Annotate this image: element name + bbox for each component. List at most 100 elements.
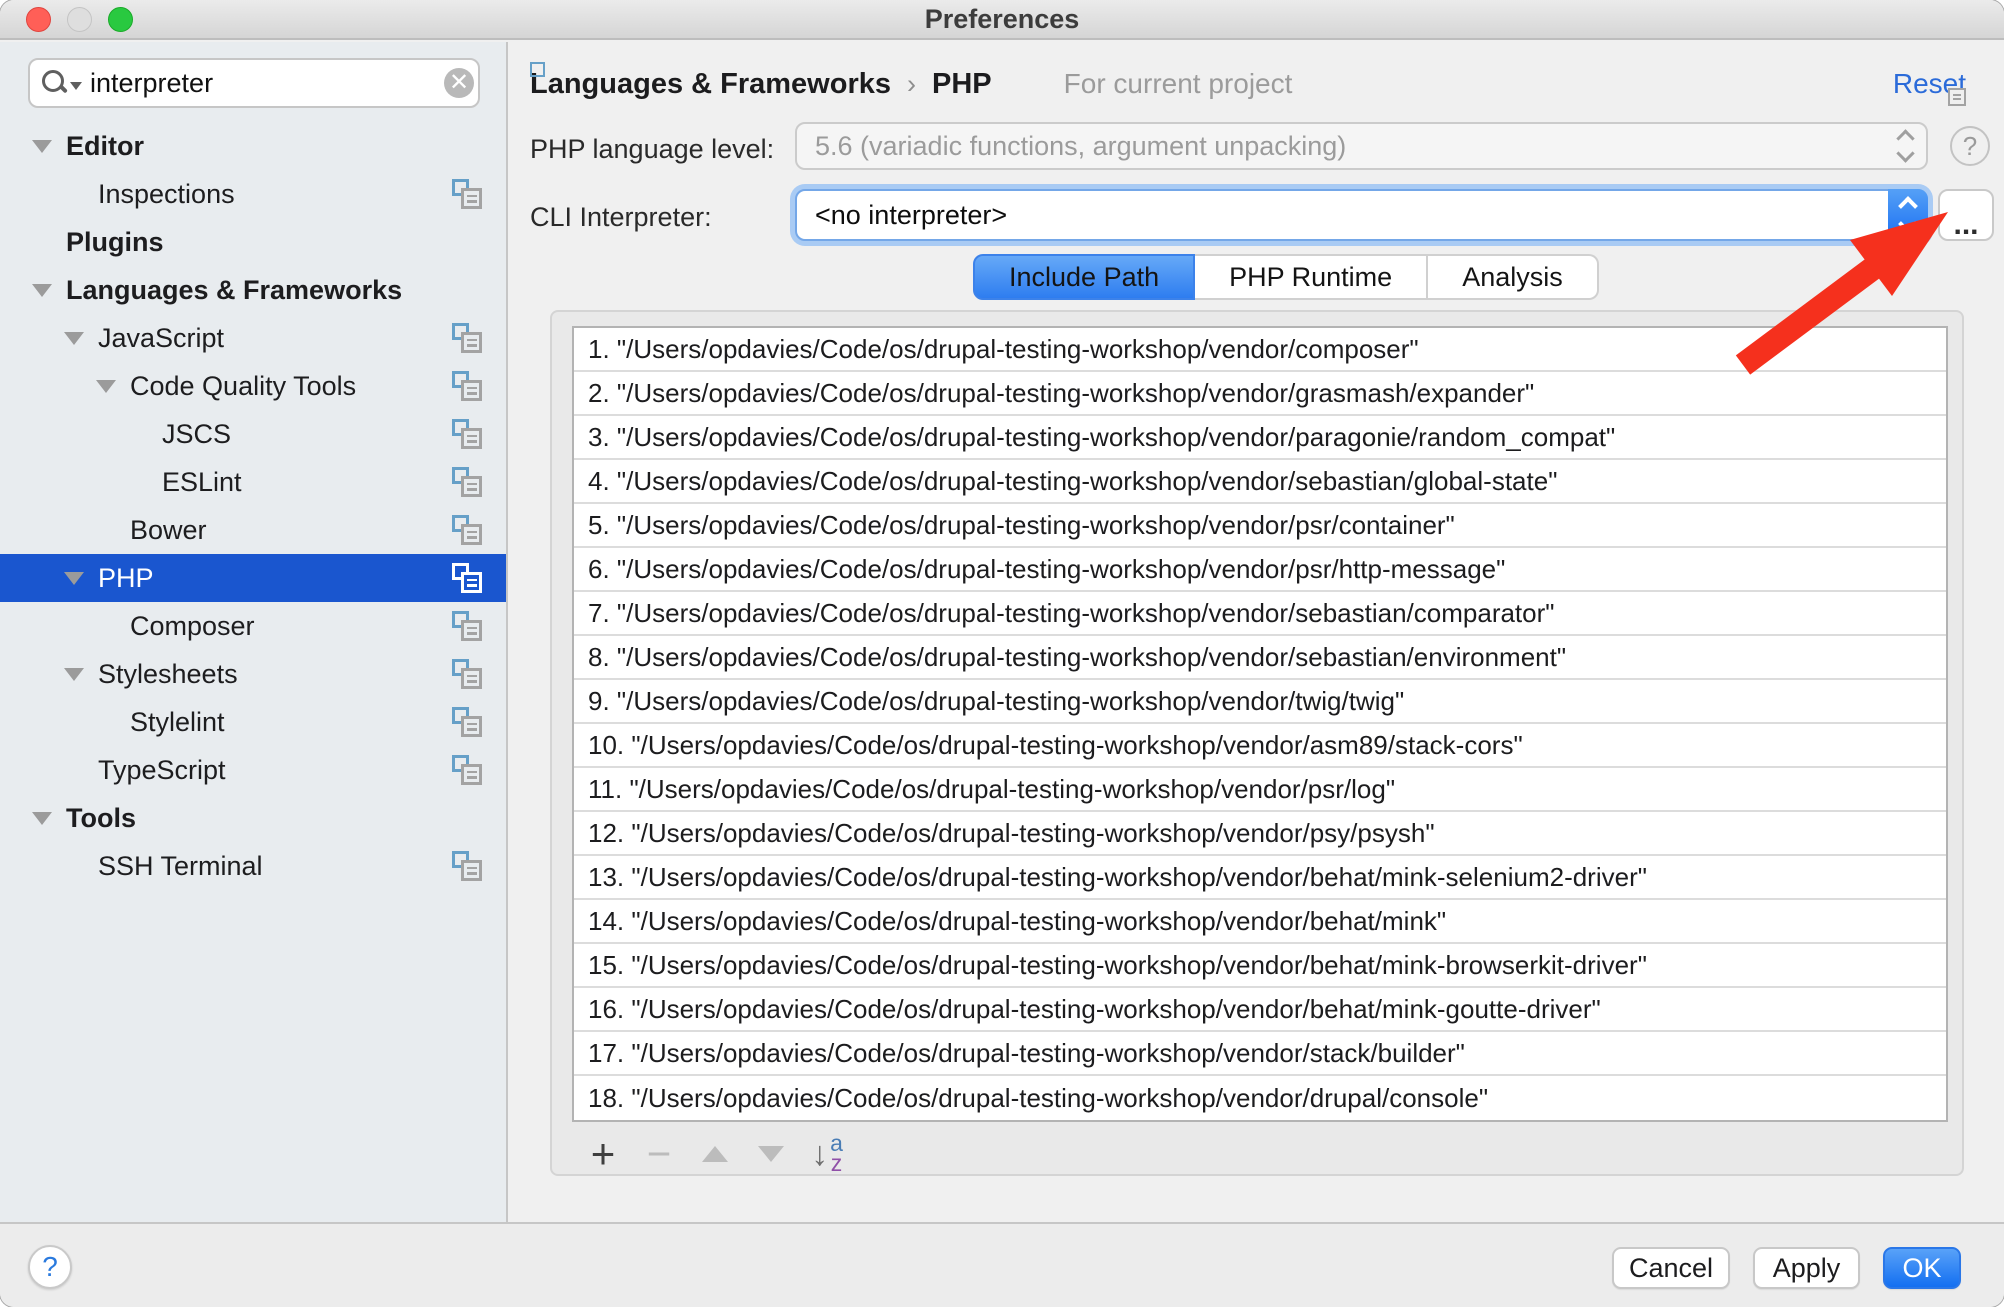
scope-indicator: For current project [1028,68,1293,100]
copy-icon [452,755,482,785]
include-path-row[interactable]: 9. "/Users/opdavies/Code/os/drupal-testi… [574,680,1946,724]
include-path-row[interactable]: 3. "/Users/opdavies/Code/os/drupal-testi… [574,416,1946,460]
tab-php-runtime[interactable]: PHP Runtime [1195,254,1428,300]
include-path-row[interactable]: 15. "/Users/opdavies/Code/os/drupal-test… [574,944,1946,988]
stepper-icon [1899,124,1912,168]
sidebar-item-label: Languages & Frameworks [66,275,402,306]
search-field[interactable]: ✕ [28,58,480,108]
footer-bar: ? Cancel Apply OK [0,1222,2004,1307]
include-path-text: 11. "/Users/opdavies/Code/os/drupal-test… [588,774,1395,805]
sidebar-item-tools[interactable]: Tools [0,794,506,842]
sidebar-item-javascript[interactable]: JavaScript [0,314,506,362]
language-level-value: 5.6 (variadic functions, argument unpack… [815,131,1346,162]
sidebar-item-inspections[interactable]: Inspections [0,170,506,218]
include-path-text: 15. "/Users/opdavies/Code/os/drupal-test… [588,950,1647,981]
sidebar-item-typescript[interactable]: TypeScript [0,746,506,794]
sidebar-item-jscs[interactable]: JSCS [0,410,506,458]
search-input[interactable] [90,68,444,99]
ok-button[interactable]: OK [1883,1247,1961,1289]
sidebar-item-label: PHP [98,563,154,594]
expand-arrow-icon [128,476,162,489]
sidebar-item-eslint[interactable]: ESLint [0,458,506,506]
copy-icon [452,659,482,689]
include-path-row[interactable]: 11. "/Users/opdavies/Code/os/drupal-test… [574,768,1946,812]
include-path-row[interactable]: 10. "/Users/opdavies/Code/os/drupal-test… [574,724,1946,768]
expand-arrow-icon [128,428,162,441]
add-icon[interactable]: + [586,1134,620,1174]
sidebar-item-label: Stylesheets [98,659,238,690]
expand-arrow-icon[interactable] [96,380,130,393]
sidebar-item-editor[interactable]: Editor [0,122,506,170]
language-level-label: PHP language level: [530,134,774,165]
expand-arrow-icon [32,236,66,249]
sidebar-item-code-quality-tools[interactable]: Code Quality Tools [0,362,506,410]
sidebar-item-stylelint[interactable]: Stylelint [0,698,506,746]
include-path-row[interactable]: 1. "/Users/opdavies/Code/os/drupal-testi… [574,328,1946,372]
expand-arrow-icon[interactable] [64,668,98,681]
sidebar-item-label: Editor [66,131,144,162]
copy-icon [452,467,482,497]
titlebar[interactable]: Preferences [0,0,2004,40]
move-down-icon[interactable] [754,1134,788,1174]
tab-include-path[interactable]: Include Path [973,254,1195,300]
include-path-row[interactable]: 6. "/Users/opdavies/Code/os/drupal-testi… [574,548,1946,592]
sidebar-item-stylesheets[interactable]: Stylesheets [0,650,506,698]
settings-sidebar: ✕ Editor InspectionsPlugins Languages & Fr… [0,42,508,1222]
move-up-icon[interactable] [698,1134,732,1174]
include-path-row[interactable]: 16. "/Users/opdavies/Code/os/drupal-test… [574,988,1946,1032]
remove-icon[interactable]: − [642,1134,676,1174]
include-path-row[interactable]: 5. "/Users/opdavies/Code/os/drupal-testi… [574,504,1946,548]
include-path-row[interactable]: 4. "/Users/opdavies/Code/os/drupal-testi… [574,460,1946,504]
expand-arrow-icon[interactable] [32,812,66,825]
sort-alphabetically-icon[interactable]: ↓az [810,1134,844,1174]
breadcrumb-separator-icon: › [907,69,916,100]
include-path-text: 5. "/Users/opdavies/Code/os/drupal-testi… [588,510,1455,541]
breadcrumb-root[interactable]: Languages & Frameworks [530,68,891,101]
tab-analysis[interactable]: Analysis [1428,254,1599,300]
expand-arrow-icon [96,524,130,537]
sidebar-item-composer[interactable]: Composer [0,602,506,650]
sidebar-item-bower[interactable]: Bower [0,506,506,554]
sidebar-item-php[interactable]: PHP [0,554,506,602]
language-level-select[interactable]: 5.6 (variadic functions, argument unpack… [795,122,1928,170]
apply-button[interactable]: Apply [1753,1247,1860,1289]
expand-arrow-icon[interactable] [64,572,98,585]
copy-icon [452,179,482,209]
include-path-row[interactable]: 17. "/Users/opdavies/Code/os/drupal-test… [574,1032,1946,1076]
sidebar-item-label: Stylelint [130,707,225,738]
sidebar-item-languages-frameworks[interactable]: Languages & Frameworks [0,266,506,314]
include-path-text: 13. "/Users/opdavies/Code/os/drupal-test… [588,862,1647,893]
include-path-row[interactable]: 14. "/Users/opdavies/Code/os/drupal-test… [574,900,1946,944]
browse-interpreters-button[interactable]: ... [1938,189,1994,241]
include-path-text: 1. "/Users/opdavies/Code/os/drupal-testi… [588,334,1419,365]
stepper-icon[interactable] [1888,189,1928,241]
cli-interpreter-value: <no interpreter> [815,200,1007,231]
include-path-row[interactable]: 8. "/Users/opdavies/Code/os/drupal-testi… [574,636,1946,680]
sidebar-item-label: ESLint [162,467,242,498]
expand-arrow-icon[interactable] [64,332,98,345]
copy-icon [452,371,482,401]
expand-arrow-icon[interactable] [32,140,66,153]
search-options-caret-icon[interactable] [70,82,82,90]
help-icon[interactable]: ? [1950,126,1990,166]
include-path-row[interactable]: 13. "/Users/opdavies/Code/os/drupal-test… [574,856,1946,900]
sidebar-item-label: Bower [130,515,207,546]
copy-icon [452,419,482,449]
clear-search-icon[interactable]: ✕ [444,68,474,98]
sidebar-item-ssh-terminal[interactable]: SSH Terminal [0,842,506,890]
include-path-row[interactable]: 2. "/Users/opdavies/Code/os/drupal-testi… [574,372,1946,416]
expand-arrow-icon [96,620,130,633]
cancel-button[interactable]: Cancel [1612,1247,1730,1289]
expand-arrow-icon[interactable] [32,284,66,297]
help-button[interactable]: ? [28,1245,72,1289]
include-path-row[interactable]: 12. "/Users/opdavies/Code/os/drupal-test… [574,812,1946,856]
cli-interpreter-select[interactable]: <no interpreter> [795,189,1928,241]
copy-icon [452,851,482,881]
include-path-row[interactable]: 18. "/Users/opdavies/Code/os/drupal-test… [574,1076,1946,1120]
sidebar-item-label: SSH Terminal [98,851,263,882]
include-path-row[interactable]: 7. "/Users/opdavies/Code/os/drupal-testi… [574,592,1946,636]
sidebar-item-plugins[interactable]: Plugins [0,218,506,266]
expand-arrow-icon [64,764,98,777]
include-path-text: 17. "/Users/opdavies/Code/os/drupal-test… [588,1038,1465,1069]
include-path-list: 1. "/Users/opdavies/Code/os/drupal-testi… [572,326,1948,1122]
